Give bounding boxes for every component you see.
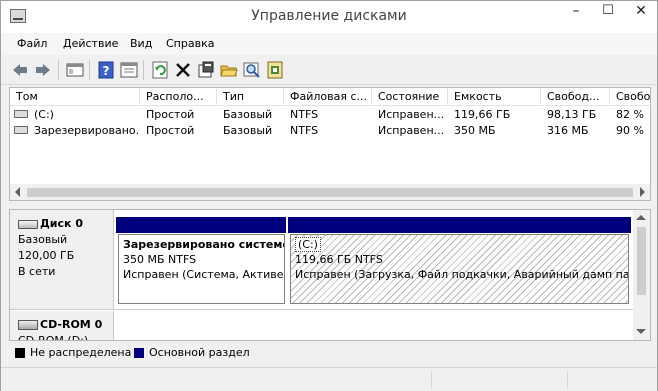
column-header-free-percent[interactable]: Свобо... bbox=[610, 88, 650, 106]
scroll-up-icon[interactable] bbox=[636, 215, 646, 220]
partition-header-c bbox=[288, 217, 631, 233]
cell-volume: (C:) bbox=[34, 108, 54, 121]
column-header-type[interactable]: Тип bbox=[217, 88, 284, 106]
export-icon[interactable] bbox=[266, 61, 284, 79]
legend-label-unallocated: Не распределена bbox=[30, 346, 132, 359]
column-header-layout[interactable]: Располо... bbox=[140, 88, 217, 106]
partition-state: Исправен (Загрузка, Файл подкачки, Авари… bbox=[295, 268, 629, 281]
menu-bar: Файл Действие Вид Справка bbox=[1, 33, 657, 55]
column-header-volume[interactable]: Том bbox=[10, 88, 140, 106]
vertical-scroll-thumb[interactable] bbox=[637, 227, 646, 295]
back-arrow-icon[interactable] bbox=[11, 61, 29, 79]
cell-status: Исправен... bbox=[378, 124, 445, 137]
cell-type: Базовый bbox=[223, 108, 273, 121]
cdrom-name: CD-ROM 0 bbox=[40, 318, 103, 331]
cell-layout: Простой bbox=[146, 124, 195, 137]
maximize-button[interactable]: ☐ bbox=[593, 1, 623, 23]
open-folder-icon[interactable] bbox=[220, 61, 238, 79]
column-header-free-space[interactable]: Свобод... bbox=[541, 88, 610, 106]
cell-status: Исправен... bbox=[378, 108, 445, 121]
minimize-button[interactable]: – bbox=[561, 1, 591, 23]
partition-size: 119,66 ГБ NTFS bbox=[295, 253, 383, 266]
console-icon[interactable] bbox=[66, 61, 84, 79]
partition-title: Зарезервировано системой bbox=[123, 238, 285, 251]
status-bar bbox=[1, 367, 657, 391]
legend-label-primary: Основной раздел bbox=[149, 346, 250, 359]
legend-swatch-unallocated bbox=[15, 348, 25, 358]
toolbar: ? bbox=[1, 55, 657, 85]
title-bar[interactable]: Управление дисками – ☐ ✕ bbox=[1, 1, 657, 33]
scroll-down-icon[interactable] bbox=[636, 329, 646, 334]
cell-filesystem: NTFS bbox=[290, 124, 319, 137]
partition-state: Исправен (Система, Активен, Основной раз… bbox=[123, 268, 284, 281]
volume-drive-icon bbox=[14, 126, 28, 134]
disk-name: Диск 0 bbox=[40, 217, 83, 230]
cell-type: Базовый bbox=[223, 124, 273, 137]
volume-list: Том Располо... Тип Файловая с... Состоян… bbox=[9, 87, 651, 201]
column-header-filesystem[interactable]: Файловая с... bbox=[284, 88, 372, 106]
menu-file[interactable]: Файл bbox=[17, 37, 47, 50]
partition-title: (C:) bbox=[295, 237, 624, 252]
scroll-right-icon[interactable] bbox=[640, 187, 645, 197]
window-title: Управление дисками bbox=[251, 8, 407, 24]
vertical-scrollbar[interactable] bbox=[633, 210, 650, 340]
menu-action[interactable]: Действие bbox=[63, 37, 118, 50]
cell-free-percent: 90 % bbox=[616, 124, 644, 137]
menu-view[interactable]: Вид bbox=[130, 37, 152, 50]
cdrom-0-label[interactable]: CD-ROM 0 CD-ROM (D:) bbox=[10, 311, 114, 341]
menu-help[interactable]: Справка bbox=[166, 37, 214, 50]
help-icon[interactable]: ? bbox=[97, 61, 115, 79]
partition-size: 350 МБ NTFS bbox=[123, 253, 197, 266]
close-button[interactable]: ✕ bbox=[626, 1, 656, 23]
cell-filesystem: NTFS bbox=[290, 108, 319, 121]
legend: Не распределена Основной раздел bbox=[9, 343, 651, 363]
column-header-status[interactable]: Состояние bbox=[372, 88, 448, 106]
cell-free-percent: 82 % bbox=[616, 108, 644, 121]
cell-layout: Простой bbox=[146, 108, 195, 121]
forward-arrow-icon[interactable] bbox=[34, 61, 52, 79]
horizontal-scroll-thumb[interactable] bbox=[27, 188, 633, 197]
delete-icon[interactable] bbox=[174, 61, 192, 79]
column-header-capacity[interactable]: Емкость bbox=[448, 88, 541, 106]
disk-management-window: Управление дисками – ☐ ✕ Файл Действие В… bbox=[0, 0, 658, 391]
legend-swatch-primary bbox=[134, 348, 144, 358]
cell-free-space: 316 МБ bbox=[547, 124, 589, 137]
partition-reserved[interactable]: Зарезервировано системой 350 МБ NTFS Исп… bbox=[118, 234, 285, 304]
disk-size: 120,00 ГБ bbox=[18, 249, 75, 262]
cell-free-space: 98,13 ГБ bbox=[547, 108, 597, 121]
search-icon[interactable] bbox=[243, 61, 261, 79]
partition-header-reserved bbox=[116, 217, 286, 233]
properties-icon[interactable] bbox=[120, 61, 138, 79]
disk-map: Диск 0 Базовый 120,00 ГБ В сети Зарезерв… bbox=[9, 209, 651, 341]
cell-volume: Зарезервировано... bbox=[34, 124, 140, 137]
volume-drive-icon bbox=[14, 110, 28, 118]
cell-capacity: 350 МБ bbox=[454, 124, 496, 137]
disk-0-label[interactable]: Диск 0 Базовый 120,00 ГБ В сети bbox=[10, 210, 114, 309]
refresh-icon[interactable] bbox=[151, 61, 169, 79]
hard-disk-icon bbox=[18, 219, 38, 229]
svg-text:?: ? bbox=[103, 64, 110, 78]
cell-capacity: 119,66 ГБ bbox=[454, 108, 511, 121]
partition-c[interactable]: (C:) 119,66 ГБ NTFS Исправен (Загрузка, … bbox=[290, 234, 629, 304]
disk-type: Базовый bbox=[18, 233, 68, 246]
cdrom-drive-icon bbox=[18, 320, 38, 330]
settings-icon[interactable] bbox=[197, 61, 215, 79]
scroll-left-icon[interactable] bbox=[15, 187, 20, 197]
horizontal-scrollbar[interactable] bbox=[10, 184, 650, 200]
disk-status: В сети bbox=[18, 265, 56, 278]
cdrom-drive: CD-ROM (D:) bbox=[18, 334, 89, 341]
